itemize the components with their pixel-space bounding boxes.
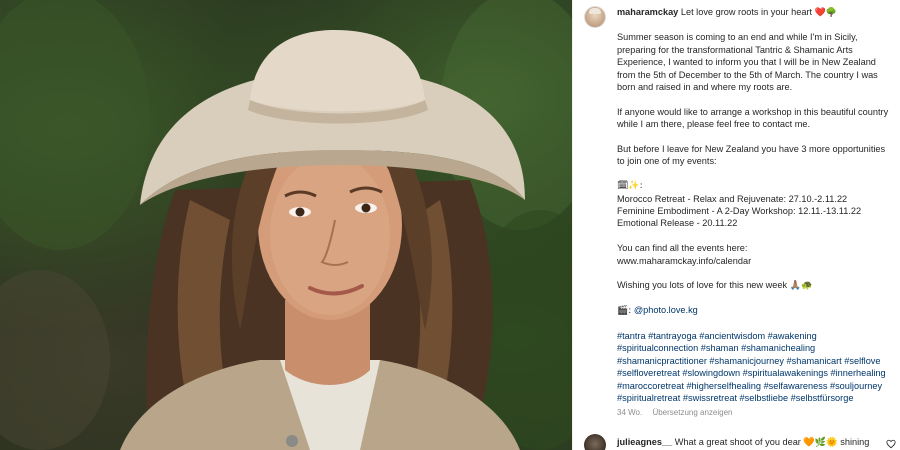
author-username[interactable]: maharamckay — [617, 7, 678, 17]
event-item: Emotional Release - 20.11.22 — [617, 218, 738, 229]
portrait-illustration — [0, 0, 572, 450]
post-meta: 34 Wo. Übersetzung anzeigen — [617, 407, 893, 419]
events-link[interactable]: www.maharamckay.info/calendar — [617, 255, 893, 267]
photo-credit: 🎬: @photo.love.kg — [617, 304, 893, 317]
caption-headline: maharamckay Let love grow roots in your … — [617, 6, 893, 19]
translate-link[interactable]: Übersetzung anzeigen — [652, 408, 732, 417]
event-item: Morocco Retreat - Relax and Rejuvenate: … — [617, 193, 848, 204]
events-list: 🗓✨: Morocco Retreat - Relax and Rejuvena… — [617, 180, 893, 230]
photo-credit-link[interactable]: @photo.love.kg — [634, 305, 698, 315]
post-photo[interactable] — [0, 0, 572, 450]
commenter-avatar[interactable] — [584, 434, 606, 450]
like-comment-heart-icon[interactable] — [886, 439, 896, 449]
events-link-label: You can find all the events here: — [617, 243, 748, 254]
caption-paragraph: But before I leave for New Zealand you h… — [617, 144, 886, 167]
headline-text: Let love grow roots in your heart — [680, 7, 813, 17]
caption-paragraph: Summer season is coming to an end and wh… — [617, 32, 878, 93]
comment-row: julieagnes__ What a great shoot of you d… — [584, 434, 896, 450]
comment-body: What a great shoot of you dear 🧡🌿🌞 shini… — [674, 437, 870, 447]
wish-line: Wishing you lots of love for this new we… — [617, 280, 813, 291]
clapperboard-icon: 🎬: — [617, 306, 632, 317]
event-item: Feminine Embodiment - A 2-Day Workshop: … — [617, 206, 862, 217]
calendar-sparkle-emoji: 🗓✨: — [617, 181, 643, 192]
comment-text: julieagnes__ What a great shoot of you d… — [617, 437, 869, 448]
hashtags[interactable]: #tantra #tantrayoga #ancientwisdom #awak… — [617, 330, 893, 404]
post-panel: maharamckay Let love grow roots in your … — [572, 0, 900, 450]
commenter-username[interactable]: julieagnes__ — [617, 437, 672, 447]
author-avatar[interactable] — [584, 6, 606, 28]
caption-paragraph: If anyone would like to arrange a worksh… — [617, 106, 889, 130]
post-age: 34 Wo. — [617, 408, 643, 418]
events-link-block: You can find all the events here: www.ma… — [617, 242, 893, 267]
heart-tree-emoji: ❤️🌳 — [814, 8, 838, 18]
caption: maharamckay Let love grow roots in your … — [617, 6, 893, 420]
